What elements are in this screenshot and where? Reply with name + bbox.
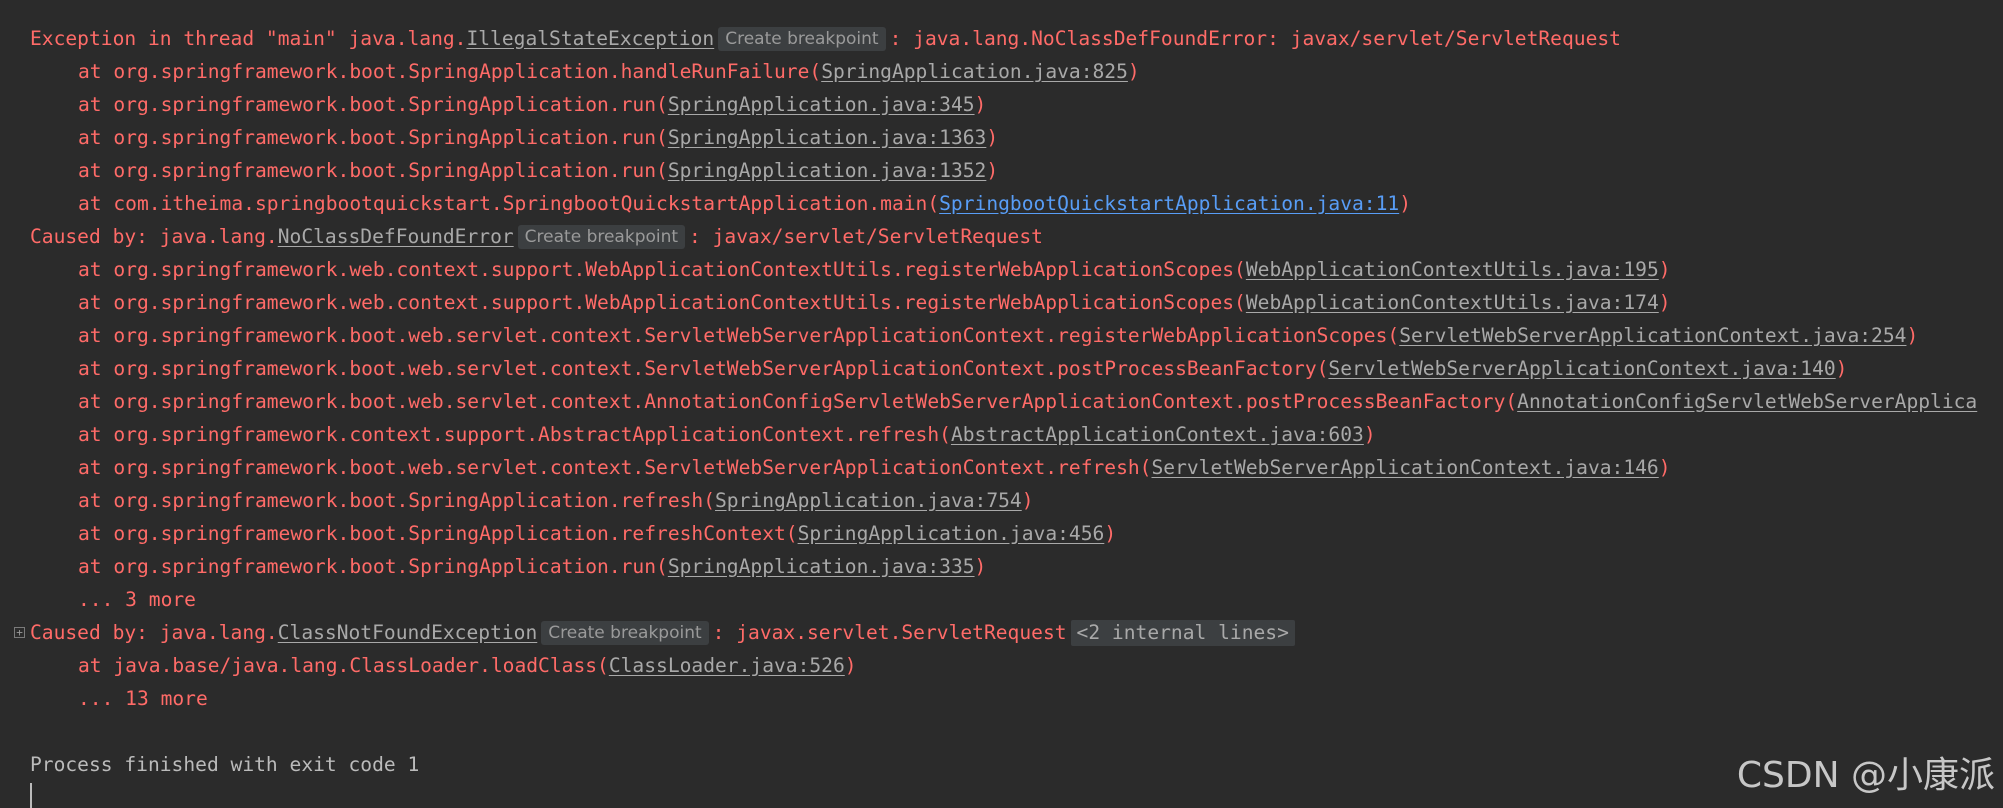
frame-tail: ) [1021, 489, 1034, 512]
frame-source-link[interactable]: AnnotationConfigServletWebServerApplica [1517, 390, 1977, 413]
frame-method: at org.springframework.context.support.A… [78, 423, 951, 446]
frame-source-link[interactable]: ServletWebServerApplicationContext.java:… [1328, 357, 1835, 380]
frame-tail: ) [1127, 60, 1140, 83]
frame-tail: ) [1104, 522, 1117, 545]
stack-frame: at org.springframework.boot.SpringApplic… [78, 154, 998, 187]
caused-by-line: Caused by: java.lang.NoClassDefFoundErro… [30, 220, 1043, 253]
stack-frame: at java.base/java.lang.ClassLoader.loadC… [78, 649, 857, 682]
cause-prefix: Caused by: java.lang. [30, 225, 278, 248]
csdn-watermark: CSDN @小康派 [1736, 755, 1995, 796]
frame-method: at org.springframework.boot.web.servlet.… [78, 390, 1518, 413]
frame-source-link[interactable]: WebApplicationContextUtils.java:195 [1246, 258, 1659, 281]
caused-by-line: Caused by: java.lang.ClassNotFoundExcept… [30, 616, 1295, 649]
cause-prefix: Caused by: java.lang. [30, 621, 278, 644]
stack-frame: at org.springframework.boot.web.servlet.… [78, 451, 1671, 484]
frame-tail: ) [1906, 324, 1919, 347]
frame-method: at com.itheima.springbootquickstart.Spri… [78, 192, 940, 215]
stack-frame: at org.springframework.boot.web.servlet.… [78, 352, 1847, 385]
frame-method: at java.base/java.lang.ClassLoader.loadC… [78, 654, 609, 677]
stack-frame: at org.springframework.boot.web.servlet.… [78, 319, 1918, 352]
stack-frame: at org.springframework.boot.SpringApplic… [78, 121, 998, 154]
frame-tail: ) [986, 126, 999, 149]
frame-tail: ) [1363, 423, 1376, 446]
stack-frame: at org.springframework.web.context.suppo… [78, 286, 1671, 319]
frame-method: at org.springframework.boot.SpringApplic… [78, 159, 668, 182]
stack-frame: at org.springframework.web.context.suppo… [78, 253, 1671, 286]
internal-lines-fold[interactable]: <2 internal lines> [1070, 620, 1295, 646]
frame-source-link[interactable]: ServletWebServerApplicationContext.java:… [1399, 324, 1906, 347]
run-console: Exception in thread "main" java.lang.Ill… [0, 0, 2003, 808]
cause-message: : javax.servlet.ServletRequest [712, 621, 1067, 644]
frame-tail: ) [1658, 291, 1671, 314]
frame-source-link[interactable]: SpringApplication.java:754 [715, 489, 1022, 512]
create-breakpoint-button[interactable]: Create breakpoint [541, 621, 709, 645]
exception-message: : java.lang.NoClassDefFoundError: javax/… [889, 27, 1621, 50]
frame-method: at org.springframework.boot.SpringApplic… [78, 555, 668, 578]
frame-source-link[interactable]: ServletWebServerApplicationContext.java:… [1151, 456, 1658, 479]
create-breakpoint-button[interactable]: Create breakpoint [517, 225, 686, 249]
console-gutter [0, 0, 10, 808]
frame-tail: ) [974, 555, 987, 578]
frame-method: at org.springframework.web.context.suppo… [78, 258, 1246, 281]
frame-source-link[interactable]: SpringApplication.java:1363 [668, 126, 987, 149]
text-cursor[interactable] [30, 783, 32, 808]
frame-source-link[interactable]: AbstractApplicationContext.java:603 [951, 423, 1364, 446]
stack-frame: at com.itheima.springbootquickstart.Spri… [78, 187, 1411, 220]
expand-fold-icon[interactable]: + [14, 627, 25, 638]
frame-tail: ) [1835, 357, 1848, 380]
exception-prefix: Exception in thread "main" java.lang. [30, 27, 467, 50]
stack-frame: at org.springframework.boot.SpringApplic… [78, 550, 986, 583]
frame-method: at org.springframework.web.context.suppo… [78, 291, 1246, 314]
stack-frame: at org.springframework.boot.SpringApplic… [78, 88, 986, 121]
frame-source-link[interactable]: WebApplicationContextUtils.java:174 [1246, 291, 1659, 314]
frame-source-link[interactable]: SpringApplication.java:335 [668, 555, 975, 578]
more-frames-text: ... 13 more [78, 687, 208, 710]
frame-tail: ) [986, 159, 999, 182]
process-exit-message: Process finished with exit code 1 [30, 753, 420, 776]
frame-source-link[interactable]: SpringApplication.java:345 [668, 93, 975, 116]
exception-line: Exception in thread "main" java.lang.Ill… [30, 22, 1621, 55]
frame-tail: ) [1658, 258, 1671, 281]
frame-method: at org.springframework.boot.SpringApplic… [78, 93, 668, 116]
create-breakpoint-button[interactable]: Create breakpoint [718, 27, 886, 51]
frame-method: at org.springframework.boot.SpringApplic… [78, 522, 798, 545]
frame-method: at org.springframework.boot.web.servlet.… [78, 357, 1329, 380]
frame-method: at org.springframework.boot.SpringApplic… [78, 126, 668, 149]
more-frames-text: ... 3 more [78, 588, 196, 611]
frame-source-link[interactable]: SpringApplication.java:456 [798, 522, 1105, 545]
frame-source-link[interactable]: SpringbootQuickstartApplication.java:11 [939, 192, 1399, 215]
stack-frame: at org.springframework.context.support.A… [78, 418, 1376, 451]
cause-class-link[interactable]: NoClassDefFoundError [278, 225, 514, 248]
frame-method: at org.springframework.boot.web.servlet.… [78, 456, 1152, 479]
frame-source-link[interactable]: SpringApplication.java:825 [821, 60, 1128, 83]
frame-tail: ) [844, 654, 857, 677]
frame-method: at org.springframework.boot.web.servlet.… [78, 324, 1400, 347]
stack-frame: at org.springframework.boot.web.servlet.… [78, 385, 1977, 418]
frame-tail: ) [974, 93, 987, 116]
stack-frame: at org.springframework.boot.SpringApplic… [78, 484, 1034, 517]
stack-frame: at org.springframework.boot.SpringApplic… [78, 55, 1140, 88]
stack-frame: at org.springframework.boot.SpringApplic… [78, 517, 1116, 550]
frame-source-link[interactable]: SpringApplication.java:1352 [668, 159, 987, 182]
cause-class-link[interactable]: ClassNotFoundException [278, 621, 538, 644]
cause-message: : javax/servlet/ServletRequest [689, 225, 1043, 248]
frame-tail: ) [1399, 192, 1411, 215]
frame-method: at org.springframework.boot.SpringApplic… [78, 489, 716, 512]
frame-method: at org.springframework.boot.SpringApplic… [78, 60, 822, 83]
exception-class-link[interactable]: IllegalStateException [466, 27, 714, 50]
frame-tail: ) [1658, 456, 1671, 479]
frame-source-link[interactable]: ClassLoader.java:526 [609, 654, 845, 677]
